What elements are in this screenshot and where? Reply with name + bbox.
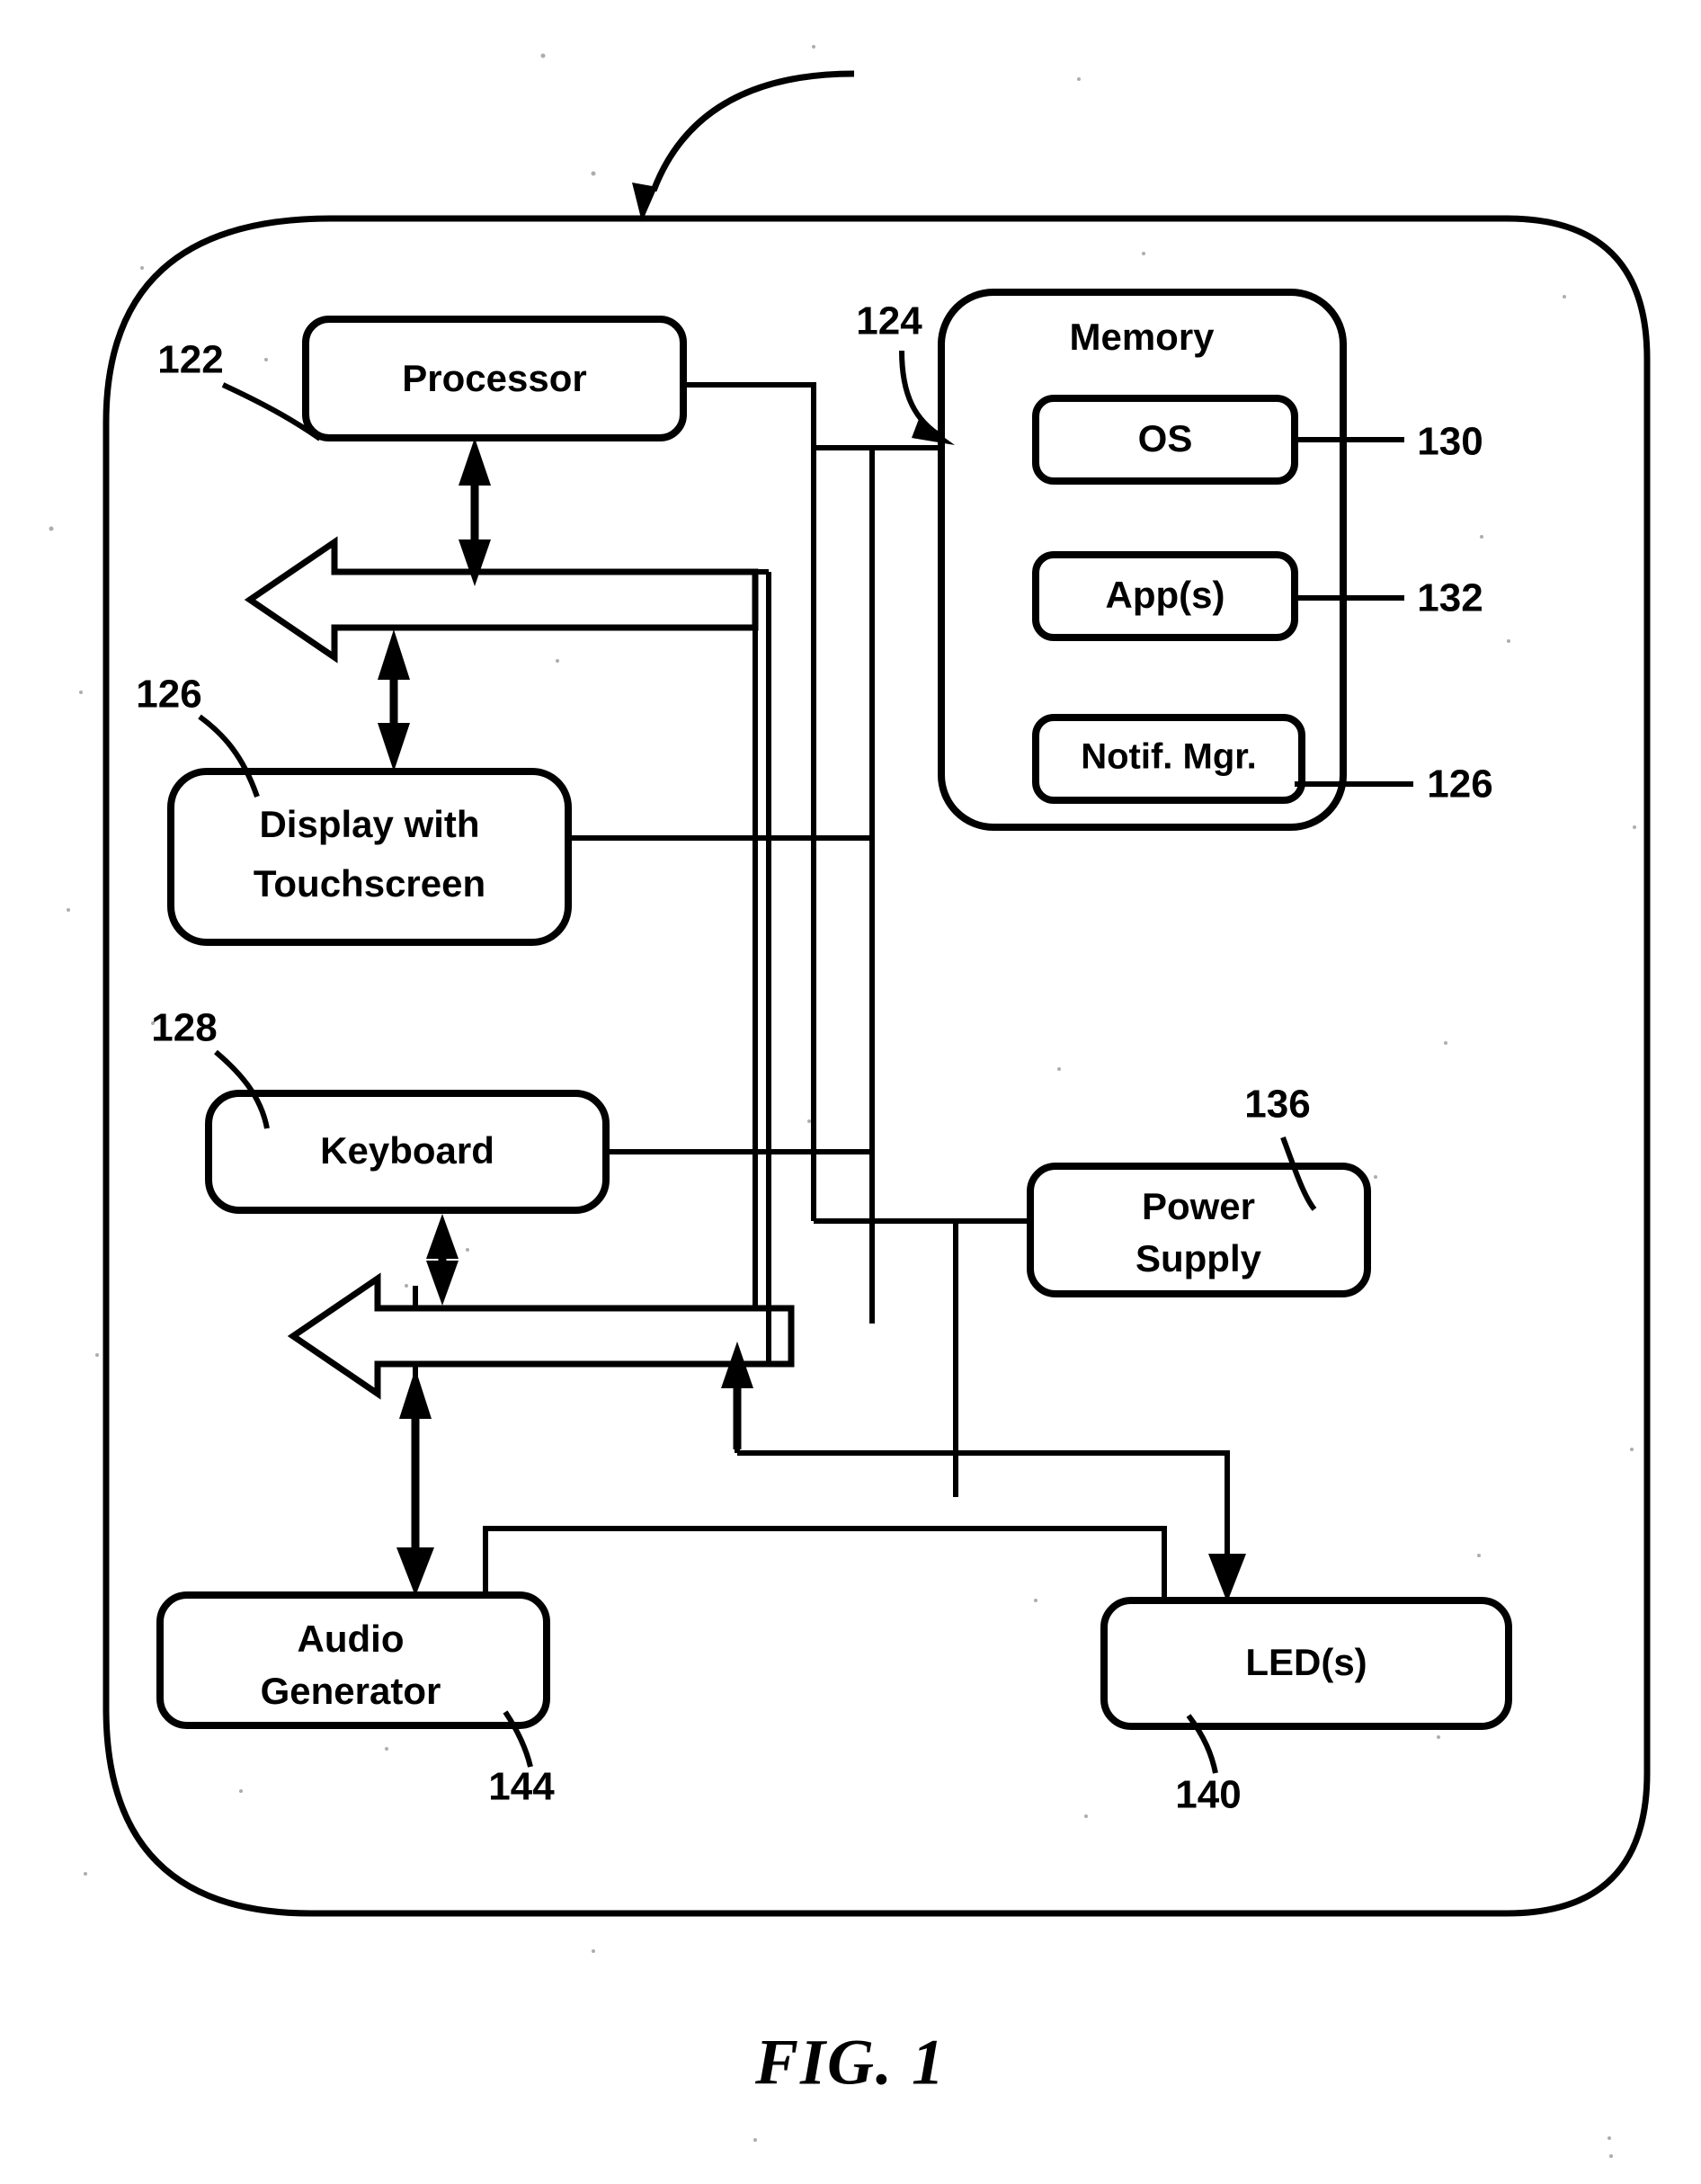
arrow-bus-audio <box>399 1368 432 1597</box>
block-power-supply-label-line1: Power <box>1142 1185 1255 1227</box>
arrow-processor-display <box>459 438 491 586</box>
block-os[interactable]: OS <box>1032 395 1298 485</box>
block-memory-label: Memory <box>1069 316 1215 358</box>
block-notif-mgr-label: Notif. Mgr. <box>1081 737 1257 777</box>
block-apps-label: App(s) <box>1106 574 1225 616</box>
block-notif-mgr[interactable]: Notif. Mgr. <box>1032 714 1305 804</box>
block-display-label-line2: Touchscreen <box>254 862 485 905</box>
block-keyboard-label: Keyboard <box>320 1129 494 1172</box>
ref-num-134: 126 <box>1427 762 1492 807</box>
hollow-arrow-feeds <box>753 569 771 1364</box>
patent-figure-1: Processor 122 Memory 124 OS 130 App(s) 1… <box>0 0 1701 2184</box>
ref-num-136: 136 <box>1244 1083 1310 1127</box>
ref-num-124: 124 <box>856 299 922 343</box>
ref-num-140: 140 <box>1175 1773 1241 1817</box>
block-processor-label: Processor <box>402 357 586 399</box>
block-leds[interactable]: LED(s) <box>1100 1597 1512 1730</box>
block-audio-generator-label-line2: Generator <box>261 1670 441 1712</box>
ref-num-126: 126 <box>136 673 201 717</box>
figure-caption: FIG. 1 <box>754 2027 946 2099</box>
block-audio-generator-label-line1: Audio <box>298 1618 405 1660</box>
ref-num-132: 132 <box>1417 576 1483 620</box>
block-os-label: OS <box>1138 417 1193 459</box>
block-processor[interactable]: Processor <box>302 316 687 441</box>
ref-num-144: 144 <box>488 1765 555 1809</box>
arrow-keyboard-bus <box>426 1214 459 1306</box>
hollow-bus-arrow-lower <box>287 1272 795 1400</box>
hollow-bus-arrow-upper <box>244 536 759 664</box>
block-display-label-line1: Display with <box>259 803 479 845</box>
ref-num-122: 122 <box>157 338 223 382</box>
block-power-supply[interactable]: Power Supply <box>1027 1163 1371 1297</box>
ref-num-130: 130 <box>1417 420 1483 464</box>
block-leds-label: LED(s) <box>1245 1641 1367 1683</box>
block-keyboard[interactable]: Keyboard <box>205 1090 610 1214</box>
ref-num-128: 128 <box>151 1006 217 1050</box>
block-apps[interactable]: App(s) <box>1032 551 1298 641</box>
block-audio-generator[interactable]: Audio Generator <box>156 1591 550 1729</box>
block-display-touchscreen[interactable]: Display with Touchscreen <box>167 768 572 946</box>
figure-canvas: Processor 122 Memory 124 OS 130 App(s) 1… <box>49 45 1651 2158</box>
block-power-supply-label-line2: Supply <box>1135 1237 1262 1279</box>
ref-leader-120 <box>632 70 855 222</box>
arrow-display-bus <box>378 629 410 771</box>
